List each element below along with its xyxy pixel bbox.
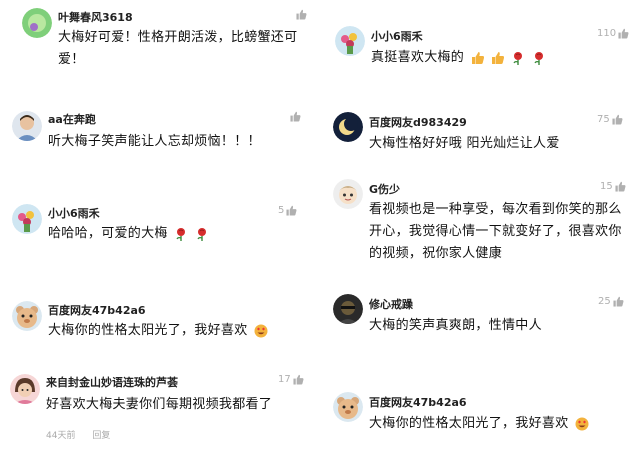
flowers-avatar[interactable] <box>335 26 365 56</box>
cartoon-avatar[interactable] <box>333 179 363 209</box>
thumbs-up-icon <box>618 28 629 39</box>
like-button[interactable]: 110 <box>597 28 629 39</box>
like-count: 15 <box>600 181 613 192</box>
comment-meta: 44天前 回复 <box>46 428 124 441</box>
like-button[interactable] <box>296 9 309 20</box>
moon-avatar[interactable] <box>333 112 363 142</box>
comment-item: 百度网友47b42a6 大梅你的性格太阳光了，我好喜欢 <box>320 388 640 448</box>
thumbs-up-icon <box>296 9 307 20</box>
comment-text: 大梅性格好好哦 阳光灿烂让人爱 <box>369 136 560 151</box>
comment-item: 来自封金山妙语连珠的芦荟 17 好喜欢大梅夫妻你们每期视频我都看了 44天前 回… <box>0 368 320 450</box>
comment-text: 真挺喜欢大梅的 <box>371 47 631 69</box>
comment-username[interactable]: 来自封金山妙语连珠的芦荟 <box>46 374 178 390</box>
comment-text: 听大梅子笑声能让人忘却烦恼！！！ <box>48 134 261 149</box>
thumbs-up-icon <box>290 111 301 122</box>
like-count: 17 <box>278 374 291 385</box>
comment-time: 44天前 <box>46 431 76 441</box>
reply-button[interactable]: 回复 <box>92 431 110 441</box>
thumbs-up-emoji-icon <box>491 51 505 65</box>
comment-username[interactable]: 百度网友47b42a6 <box>369 394 467 410</box>
comment-text: 大梅你的性格太阳光了，我好喜欢 <box>369 413 634 435</box>
like-button[interactable]: 75 <box>597 114 623 125</box>
rose-icon <box>532 51 546 65</box>
comment-username[interactable]: 叶舞春风3618 <box>58 9 133 25</box>
rose-icon <box>511 51 525 65</box>
like-button[interactable]: 5 <box>278 205 297 216</box>
heart-eyes-emoji-icon <box>575 417 589 431</box>
like-count: 75 <box>597 114 610 125</box>
comment-text-content: 哈哈哈，可爱的大梅 <box>48 226 168 241</box>
like-count: 110 <box>597 28 617 39</box>
comment-item: 百度网友d983429 75 大梅性格好好哦 阳光灿烂让人爱 <box>320 108 640 168</box>
comment-username[interactable]: G伤少 <box>369 181 400 197</box>
thumbs-up-icon <box>286 205 297 216</box>
bear-avatar[interactable] <box>12 301 42 331</box>
right-comment-column: 小小6雨禾 110 真挺喜欢大梅的 百度网友d983429 75 大梅性格好好哦… <box>320 0 640 450</box>
like-button[interactable]: 17 <box>278 374 304 385</box>
thumbs-up-emoji-icon <box>471 51 485 65</box>
like-count: 5 <box>278 205 285 216</box>
rose-icon <box>174 227 188 241</box>
comment-username[interactable]: 小小6雨禾 <box>371 28 423 44</box>
green-circle-avatar[interactable] <box>22 8 52 38</box>
comment-item: 百度网友47b42a6 大梅你的性格太阳光了，我好喜欢 <box>0 295 320 355</box>
comment-text-content: 大梅你的性格太阳光了，我好喜欢 <box>48 323 248 338</box>
comment-username[interactable]: aa在奔跑 <box>48 111 96 127</box>
like-button[interactable]: 15 <box>600 181 626 192</box>
comment-text: 哈哈哈，可爱的大梅 <box>48 223 308 245</box>
comment-text: 大梅好可爱！性格开朗活泼，比螃蟹还可爱！ <box>58 30 298 67</box>
thumbs-up-icon <box>615 181 626 192</box>
comment-username[interactable]: 百度网友d983429 <box>369 114 467 130</box>
comment-username[interactable]: 修心戒躁 <box>369 296 413 312</box>
left-comment-column: 叶舞春风3618 大梅好可爱！性格开朗活泼，比螃蟹还可爱！ aa在奔跑 听大梅子… <box>0 0 320 450</box>
comment-text: 看视频也是一种享受，每次看到你笑的那么开心，我觉得心情一下就变好了，很喜欢你的视… <box>369 202 622 261</box>
thumbs-up-icon <box>612 114 623 125</box>
dark-avatar[interactable] <box>333 294 363 324</box>
person-avatar[interactable] <box>12 111 42 141</box>
thumbs-up-icon <box>613 296 624 307</box>
thumbs-up-icon <box>293 374 304 385</box>
like-button[interactable]: 25 <box>598 296 624 307</box>
rose-icon <box>195 227 209 241</box>
like-count: 25 <box>598 296 611 307</box>
comment-item: 小小6雨禾 110 真挺喜欢大梅的 <box>320 20 640 80</box>
flowers-avatar[interactable] <box>12 204 42 234</box>
comment-item: aa在奔跑 听大梅子笑声能让人忘却烦恼！！！ <box>0 105 320 165</box>
comment-username[interactable]: 小小6雨禾 <box>48 205 100 221</box>
comment-item: G伤少 15 看视频也是一种享受，每次看到你笑的那么开心，我觉得心情一下就变好了… <box>320 175 640 270</box>
comment-item: 叶舞春风3618 大梅好可爱！性格开朗活泼，比螃蟹还可爱！ <box>0 0 320 80</box>
like-button[interactable] <box>290 111 303 122</box>
comment-text: 好喜欢大梅夫妻你们每期视频我都看了 <box>46 397 273 412</box>
girl-avatar[interactable] <box>10 374 40 404</box>
comment-item: 小小6雨禾 5 哈哈哈，可爱的大梅 <box>0 198 320 258</box>
comment-username[interactable]: 百度网友47b42a6 <box>48 302 146 318</box>
heart-eyes-emoji-icon <box>254 324 268 338</box>
bear-avatar[interactable] <box>333 392 363 422</box>
comment-text-content: 大梅你的性格太阳光了，我好喜欢 <box>369 416 569 431</box>
comment-item: 修心戒躁 25 大梅的笑声真爽朗，性情中人 <box>320 290 640 350</box>
comment-text: 大梅你的性格太阳光了，我好喜欢 <box>48 320 313 342</box>
comment-text: 大梅的笑声真爽朗，性情中人 <box>369 318 542 333</box>
comment-text-content: 真挺喜欢大梅的 <box>371 50 465 65</box>
